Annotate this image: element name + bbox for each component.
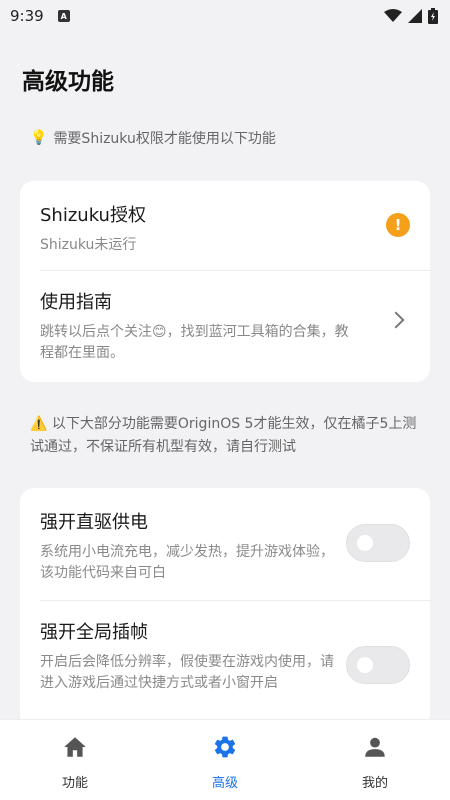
- frame-interpolation-toggle[interactable]: [346, 646, 410, 684]
- frame-interpolation-desc: 开启后会降低分辨率，假使要在游戏内使用，请进入游戏后通过快捷方式或者小窗开启: [40, 654, 334, 691]
- warning-icon: !: [386, 213, 410, 237]
- frame-interpolation-row: 强开全局插帧 开启后会降低分辨率，假使要在游戏内使用，请进入游戏后通过快捷方式或…: [20, 600, 430, 728]
- toggle-knob: [357, 657, 373, 673]
- shizuku-auth-status: Shizuku未运行: [40, 237, 137, 253]
- warning-triangle-icon: ⚠️: [30, 416, 48, 432]
- permission-tip-text: 需要Shizuku权限才能使用以下功能: [53, 131, 276, 147]
- lightbulb-icon: 💡: [30, 130, 48, 146]
- status-time: 9:39: [10, 7, 44, 25]
- page-title: 高级功能: [22, 69, 114, 95]
- shizuku-auth-title: Shizuku授权: [40, 205, 146, 226]
- bottom-nav: 功能 高级 我的: [0, 719, 450, 800]
- direct-power-row: 强开直驱供电 系统用小电流充电，减少发热，提升游戏体验，该功能代码来自可白: [20, 488, 430, 600]
- nav-item-features[interactable]: 功能: [0, 720, 150, 800]
- usage-guide-row[interactable]: 使用指南 跳转以后点个关注😊，找到蓝河工具箱的合集，教程都在里面。: [20, 270, 430, 382]
- direct-power-toggle[interactable]: [346, 524, 410, 562]
- direct-power-desc: 系统用小电流充电，减少发热，提升游戏体验，该功能代码来自可白: [40, 544, 334, 581]
- status-bar: 9:39 A: [0, 0, 450, 32]
- status-icons: [384, 8, 438, 24]
- nav-label-advanced: 高级: [211, 776, 238, 791]
- notification-a-icon: A: [57, 10, 70, 22]
- compatibility-notice: ⚠️ 以下大部分功能需要OriginOS 5才能生效，仅在橘子5上测试通过，不保…: [30, 413, 420, 459]
- shizuku-auth-row[interactable]: Shizuku授权 Shizuku未运行 !: [20, 181, 430, 270]
- battery-icon: [428, 8, 438, 24]
- usage-guide-desc: 跳转以后点个关注😊，找到蓝河工具箱的合集，教程都在里面。: [40, 324, 349, 361]
- wifi-icon: [384, 9, 402, 22]
- nav-label-profile: 我的: [361, 776, 388, 791]
- signal-icon: [408, 9, 422, 23]
- compatibility-notice-text: 以下大部分功能需要OriginOS 5才能生效，仅在橘子5上测试通过，不保证所有…: [30, 416, 417, 455]
- nav-item-profile[interactable]: 我的: [300, 720, 450, 800]
- shizuku-card: Shizuku授权 Shizuku未运行 ! 使用指南 跳转以后点个关注😊，找到…: [20, 181, 430, 382]
- frame-interpolation-title: 强开全局插帧: [40, 622, 148, 643]
- gear-icon: [214, 736, 236, 758]
- usage-guide-title: 使用指南: [40, 292, 112, 313]
- features-card: 强开直驱供电 系统用小电流充电，减少发热，提升游戏体验，该功能代码来自可白 强开…: [20, 488, 430, 728]
- permission-tip: 💡 需要Shizuku权限才能使用以下功能: [30, 128, 276, 148]
- nav-label-features: 功能: [61, 776, 88, 791]
- person-icon: [365, 737, 385, 757]
- toggle-knob: [357, 535, 373, 551]
- chevron-right-icon: [387, 311, 405, 329]
- nav-item-advanced[interactable]: 高级: [150, 720, 300, 800]
- home-icon: [64, 737, 86, 757]
